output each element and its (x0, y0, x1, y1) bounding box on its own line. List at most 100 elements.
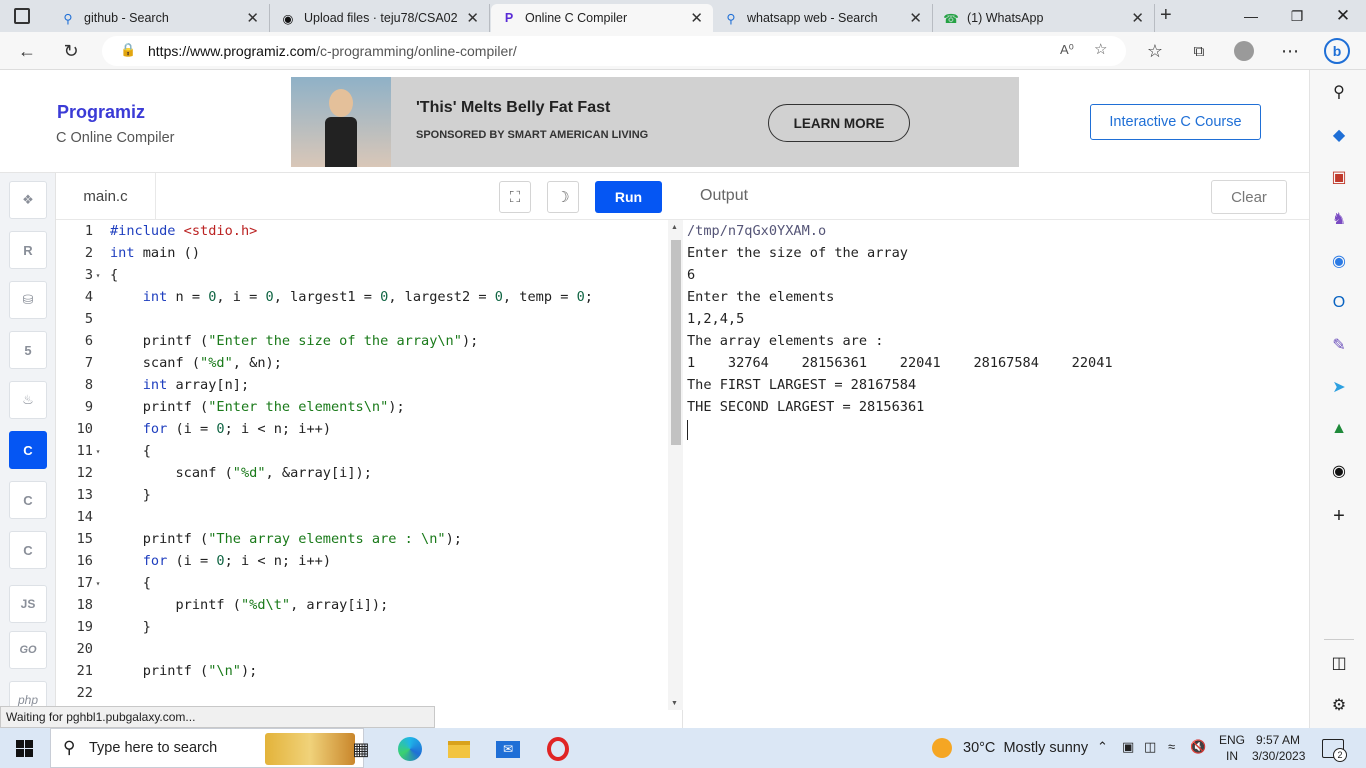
close-tab-icon[interactable]: ✕ (246, 9, 259, 27)
file-tab[interactable]: main.c (56, 173, 156, 220)
lang-python-icon[interactable]: ❖ (9, 181, 47, 219)
taskbar-search-box[interactable]: ⚲ Type here to search (50, 728, 364, 768)
read-aloud-icon[interactable]: A⁰ (1060, 42, 1074, 58)
code-line[interactable]: 9 printf ("Enter the elements\n"); (56, 396, 668, 418)
code-line[interactable]: 22 (56, 682, 668, 704)
add-favorite-icon[interactable]: ☆ (1094, 40, 1107, 58)
tools-icon[interactable]: ▣ (1329, 167, 1349, 187)
fold-toggle-icon[interactable]: ▾ (93, 447, 103, 456)
restore-button[interactable]: ❐ (1274, 0, 1320, 32)
profile-avatar[interactable] (1229, 36, 1259, 66)
lang-go-icon[interactable]: GO (9, 631, 47, 669)
search-icon[interactable]: ⚲ (1329, 82, 1349, 102)
advertisement-banner[interactable]: 'This' Melts Belly Fat Fast SPONSORED BY… (291, 77, 1019, 167)
lang-csharp-icon[interactable]: C (9, 531, 47, 569)
code-line[interactable]: 11 ▾ { (56, 440, 668, 462)
code-line[interactable]: 10 for (i = 0; i < n; i++) (56, 418, 668, 440)
windows-start-icon[interactable] (16, 740, 33, 757)
browser-tab[interactable]: P Online C Compiler ✕ (491, 4, 713, 32)
wifi-icon[interactable]: ≈ (1168, 739, 1175, 754)
settings-gear-icon[interactable]: ⚙ (1329, 695, 1349, 715)
games-icon[interactable]: ♞ (1329, 209, 1349, 229)
close-tab-icon[interactable]: ✕ (1131, 9, 1144, 27)
mail-icon[interactable]: ✉ (495, 736, 521, 762)
code-line[interactable]: 3 ▾ { (56, 264, 668, 286)
dark-mode-icon[interactable]: ☽ (547, 181, 579, 213)
code-line[interactable]: 2 int main () (56, 242, 668, 264)
code-line[interactable]: 6 printf ("Enter the size of the array\n… (56, 330, 668, 352)
tab-actions-icon[interactable] (14, 8, 30, 24)
code-line[interactable]: 4 int n = 0, i = 0, largest1 = 0, larges… (56, 286, 668, 308)
code-line[interactable]: 1 #include <stdio.h> (56, 220, 668, 242)
favorites-icon[interactable]: ☆ (1140, 36, 1170, 66)
lang-js-icon[interactable]: JS (9, 585, 47, 623)
lang-java-icon[interactable]: ♨ (9, 381, 47, 419)
code-line[interactable]: 21 printf ("\n"); (56, 660, 668, 682)
refresh-button[interactable]: ↻ (56, 36, 86, 66)
show-hidden-icons[interactable]: ⌃ (1097, 739, 1108, 755)
browser-tab[interactable]: ◉ Upload files · teju78/CSA0259 ✕ (270, 4, 490, 32)
code-line[interactable]: 16 for (i = 0; i < n; i++) (56, 550, 668, 572)
shopping-tag-icon[interactable]: ◆ (1329, 125, 1349, 145)
office-icon[interactable]: ◉ (1329, 251, 1349, 271)
back-button[interactable]: ← (12, 36, 42, 66)
browser-tab[interactable]: ☎ (1) WhatsApp ✕ (933, 4, 1155, 32)
tree-icon[interactable]: ▲ (1329, 419, 1349, 439)
sidebar-toggle-icon[interactable]: ◫ (1329, 653, 1349, 673)
code-line[interactable]: 17 ▾ { (56, 572, 668, 594)
github-icon[interactable]: ◉ (1329, 461, 1349, 481)
meet-now-icon[interactable]: ▣ (1122, 739, 1134, 755)
clock[interactable]: 9:57 AM 3/30/2023 (1252, 732, 1305, 764)
interactive-c-course-button[interactable]: Interactive C Course (1090, 104, 1261, 140)
code-line[interactable]: 12 scanf ("%d", &array[i]); (56, 462, 668, 484)
lang-sql-icon[interactable]: ⛁ (9, 281, 47, 319)
ad-learn-more-button[interactable]: LEARN MORE (768, 104, 910, 142)
clear-button[interactable]: Clear (1211, 180, 1287, 214)
collections-icon[interactable]: ⧉ (1184, 36, 1214, 66)
add-sidebar-app-icon[interactable]: + (1329, 505, 1349, 527)
code-line[interactable]: 13 } (56, 484, 668, 506)
editor-scrollbar[interactable]: ▲ ▼ (668, 220, 683, 710)
task-view-icon[interactable]: ▦ (348, 736, 374, 762)
code-line[interactable]: 18 printf ("%d\t", array[i]); (56, 594, 668, 616)
code-line[interactable]: 19 } (56, 616, 668, 638)
fold-toggle-icon[interactable]: ▾ (93, 271, 103, 280)
notification-icon[interactable]: 2 (1322, 739, 1347, 762)
browser-tab[interactable]: ⚲ whatsapp web - Search ✕ (713, 4, 933, 32)
weather-text[interactable]: 30°C Mostly sunny (963, 740, 1088, 756)
code-area[interactable]: 1 #include <stdio.h> 2 int main () 3 ▾{4 int … (56, 220, 668, 710)
code-line[interactable]: 14 (56, 506, 668, 528)
url-field[interactable]: 🔒 https://www.programiz.com/c-programmin… (102, 36, 1126, 66)
designer-icon[interactable]: ✎ (1329, 335, 1349, 355)
close-tab-icon[interactable]: ✕ (909, 9, 922, 27)
fullscreen-icon[interactable]: ⛶ (499, 181, 531, 213)
fold-toggle-icon[interactable]: ▾ (93, 579, 103, 588)
code-line[interactable]: 5 (56, 308, 668, 330)
code-line[interactable]: 20 (56, 638, 668, 660)
more-menu-icon[interactable]: ⋯ (1275, 36, 1305, 66)
lang-c-icon[interactable]: C (9, 431, 47, 469)
new-tab-button[interactable]: + (1160, 4, 1172, 27)
bing-icon[interactable]: b (1322, 36, 1352, 66)
scrollbar-thumb[interactable] (671, 240, 681, 445)
programiz-logo[interactable]: Programiz (57, 102, 145, 123)
close-tab-icon[interactable]: ✕ (466, 9, 479, 27)
defender-icon[interactable]: ◫ (1144, 739, 1156, 755)
outlook-icon[interactable]: O (1329, 293, 1349, 313)
lang-cpp-icon[interactable]: C (9, 481, 47, 519)
file-explorer-icon[interactable] (446, 736, 472, 762)
input-language[interactable]: ENG IN (1219, 732, 1245, 764)
browser-tab[interactable]: ⚲ github - Search ✕ (50, 4, 270, 32)
output-console[interactable]: /tmp/n7qGx0YXAM.o Enter the size of the a… (687, 220, 1297, 418)
code-line[interactable]: 15 printf ("The array elements are : \n"… (56, 528, 668, 550)
close-tab-icon[interactable]: ✕ (690, 9, 703, 27)
run-button[interactable]: Run (595, 181, 662, 213)
volume-muted-icon[interactable]: 🔇 (1190, 739, 1206, 755)
code-line[interactable]: 7 scanf ("%d", &n); (56, 352, 668, 374)
lang-r-icon[interactable]: R (9, 231, 47, 269)
minimize-button[interactable]: — (1228, 0, 1274, 32)
opera-icon[interactable] (545, 736, 571, 762)
edge-icon[interactable] (397, 736, 423, 762)
telegram-icon[interactable]: ➤ (1329, 377, 1349, 397)
close-window-button[interactable]: ✕ (1320, 0, 1366, 32)
